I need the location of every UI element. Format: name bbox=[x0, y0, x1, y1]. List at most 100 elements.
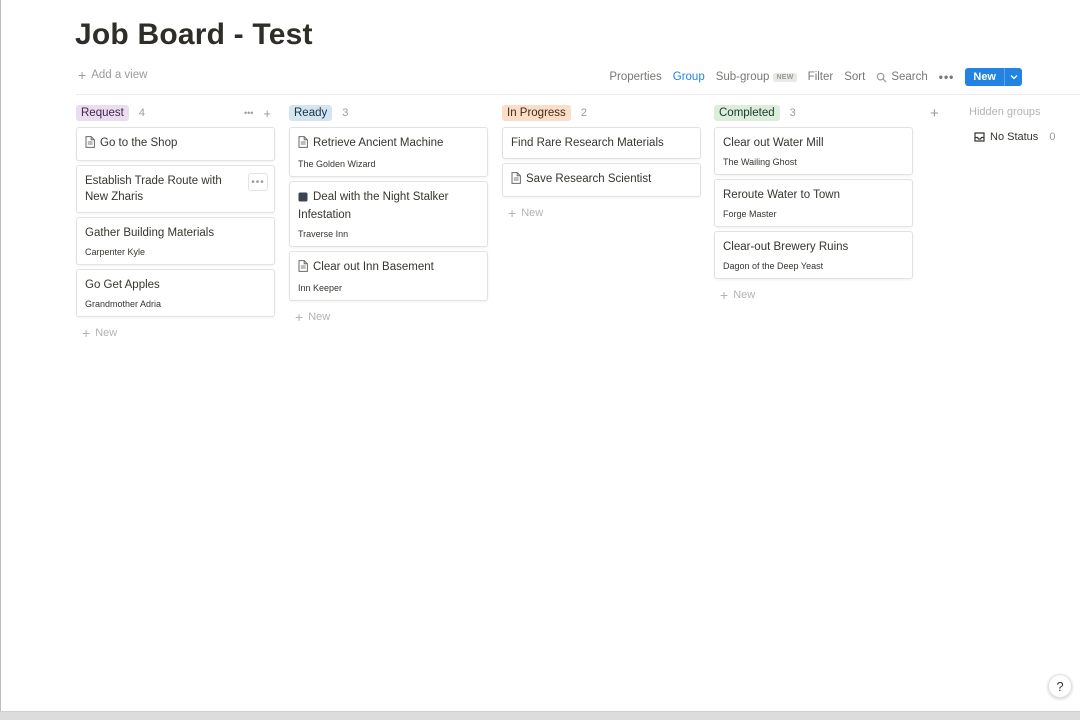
help-button[interactable]: ? bbox=[1048, 674, 1072, 698]
plus-icon: + bbox=[78, 67, 87, 83]
filter-button[interactable]: Filter bbox=[808, 71, 834, 83]
card-title: Clear out Water Mill bbox=[723, 135, 904, 151]
more-options-icon[interactable]: ••• bbox=[244, 108, 253, 118]
toolbar-divider bbox=[76, 94, 1080, 95]
search-button[interactable]: Search bbox=[876, 71, 928, 83]
column-header: Ready 3 bbox=[289, 104, 488, 122]
card-title: Reroute Water to Town bbox=[723, 187, 904, 203]
add-card-button[interactable]: + New bbox=[289, 305, 488, 329]
new-button-label: New bbox=[965, 68, 1004, 86]
sort-button[interactable]: Sort bbox=[844, 71, 865, 83]
card-title-text: Clear-out Brewery Ruins bbox=[723, 241, 849, 253]
card-title-text: Save Research Scientist bbox=[526, 173, 652, 185]
no-status-count: 0 bbox=[1049, 131, 1056, 143]
add-card-button[interactable]: + New bbox=[76, 321, 275, 345]
view-toolbar: + Add a view Properties Group Sub-group … bbox=[76, 66, 1048, 88]
card-client: Inn Keeper bbox=[298, 283, 343, 293]
plus-icon[interactable]: + bbox=[263, 106, 271, 121]
card-title-text: Clear out Inn Basement bbox=[313, 261, 434, 273]
board-card[interactable]: Clear out Inn Basement Inn Keeper bbox=[289, 251, 488, 301]
board-card[interactable]: Clear-out Brewery Ruins Dagon of the Deep… bbox=[714, 231, 913, 279]
card-title-text: Go to the Shop bbox=[100, 137, 178, 149]
status-badge[interactable]: In Progress bbox=[502, 105, 571, 121]
board-column: Request 4 ••• + Go to the Shop Establish Trad… bbox=[76, 104, 275, 345]
board-card[interactable]: Deal with the Night Stalker Infestation T… bbox=[289, 181, 488, 247]
inbox-icon bbox=[974, 132, 985, 142]
window-left-edge bbox=[0, 0, 1, 720]
card-title-text: Gather Building Materials bbox=[85, 227, 215, 239]
card-title: Retrieve Ancient Machine bbox=[298, 135, 479, 153]
status-badge[interactable]: Completed bbox=[714, 105, 780, 121]
card-client: Carpenter Kyle bbox=[85, 247, 146, 257]
plus-icon: + bbox=[720, 287, 729, 303]
subgroup-label: Sub-group bbox=[715, 71, 770, 83]
status-badge[interactable]: Request bbox=[76, 105, 129, 121]
plus-icon: + bbox=[82, 325, 91, 341]
column-count: 3 bbox=[342, 107, 349, 119]
card-title-text: Deal with the Night Stalker Infestation bbox=[298, 191, 449, 221]
card-more-options-icon[interactable]: ••• bbox=[248, 173, 268, 191]
new-record-button[interactable]: New bbox=[965, 68, 1022, 86]
card-title-text: Retrieve Ancient Machine bbox=[313, 137, 444, 149]
page-icon bbox=[298, 136, 308, 153]
card-title: Go Get Apples bbox=[85, 277, 266, 293]
board-card[interactable]: Establish Trade Route with New Zharis ••• bbox=[76, 165, 275, 213]
board-card[interactable]: Find Rare Research Materials bbox=[502, 127, 701, 159]
column-count: 3 bbox=[789, 107, 796, 119]
board-column: Ready 3 Retrieve Ancient Machine The Golden… bbox=[289, 104, 488, 329]
column-header: Request 4 ••• + bbox=[76, 104, 275, 122]
card-client: Forge Master bbox=[723, 209, 777, 219]
horizontal-scrollbar[interactable] bbox=[0, 711, 1080, 720]
add-card-label: New bbox=[95, 327, 118, 339]
plus-icon: + bbox=[508, 205, 517, 221]
board-card[interactable]: Retrieve Ancient Machine The Golden Wizar… bbox=[289, 127, 488, 177]
card-title: Save Research Scientist bbox=[511, 171, 692, 189]
board-card[interactable]: Clear out Water Mill The Wailing Ghost bbox=[714, 127, 913, 175]
group-button[interactable]: Group bbox=[673, 71, 705, 83]
status-badge[interactable]: Ready bbox=[289, 105, 333, 121]
card-title: Clear-out Brewery Ruins bbox=[723, 239, 904, 255]
hidden-group-no-status[interactable]: No Status 0 bbox=[974, 131, 1055, 143]
card-client: Dagon of the Deep Yeast bbox=[723, 261, 824, 271]
page-icon bbox=[85, 136, 95, 153]
toolbar-actions: Properties Group Sub-group NEW Filter So… bbox=[598, 66, 1022, 88]
properties-button[interactable]: Properties bbox=[609, 71, 661, 83]
new-feature-badge: NEW bbox=[773, 72, 797, 82]
add-card-label: New bbox=[733, 289, 756, 301]
page-icon bbox=[298, 260, 308, 277]
column-count: 4 bbox=[138, 107, 145, 119]
board-card[interactable]: Gather Building Materials Carpenter Kyle bbox=[76, 217, 275, 265]
board-card[interactable]: Save Research Scientist bbox=[502, 163, 701, 197]
column-actions: ••• + bbox=[244, 106, 275, 121]
no-status-label: No Status bbox=[990, 131, 1039, 143]
card-title: Find Rare Research Materials bbox=[511, 135, 692, 151]
card-title-text: Establish Trade Route with New Zharis bbox=[85, 175, 222, 203]
plus-icon: + bbox=[295, 309, 304, 325]
board-card[interactable]: Go Get Apples Grandmother Adria bbox=[76, 269, 275, 317]
add-card-button[interactable]: + New bbox=[714, 283, 913, 307]
add-view-button[interactable]: + Add a view bbox=[78, 67, 147, 83]
column-header: Completed 3 bbox=[714, 104, 913, 122]
search-icon bbox=[877, 72, 887, 83]
add-group-icon[interactable]: + bbox=[930, 105, 939, 122]
more-options-icon[interactable]: ••• bbox=[939, 70, 955, 84]
card-client: Grandmother Adria bbox=[85, 299, 162, 309]
column-count: 2 bbox=[580, 107, 587, 119]
board-column: Completed 3 Clear out Water Mill The Wailin… bbox=[714, 104, 913, 307]
subgroup-button[interactable]: Sub-group NEW bbox=[716, 71, 797, 83]
card-title-text: Clear out Water Mill bbox=[723, 137, 824, 149]
add-card-label: New bbox=[308, 311, 331, 323]
board-column: In Progress 2 Find Rare Research Materials… bbox=[502, 104, 701, 225]
hidden-groups-label: Hidden groups bbox=[969, 106, 1041, 118]
card-title: Establish Trade Route with New Zharis bbox=[85, 173, 266, 205]
board-card[interactable]: Reroute Water to Town Forge Master bbox=[714, 179, 913, 227]
add-card-button[interactable]: + New bbox=[502, 201, 701, 225]
add-card-label: New bbox=[521, 207, 544, 219]
page-title: Job Board - Test bbox=[75, 18, 313, 51]
card-title: Go to the Shop bbox=[85, 135, 266, 153]
card-title: Clear out Inn Basement bbox=[298, 259, 479, 277]
chevron-down-icon[interactable] bbox=[1004, 68, 1022, 86]
column-header: In Progress 2 bbox=[502, 104, 701, 122]
board-card[interactable]: Go to the Shop bbox=[76, 127, 275, 161]
card-title-text: Go Get Apples bbox=[85, 279, 160, 291]
